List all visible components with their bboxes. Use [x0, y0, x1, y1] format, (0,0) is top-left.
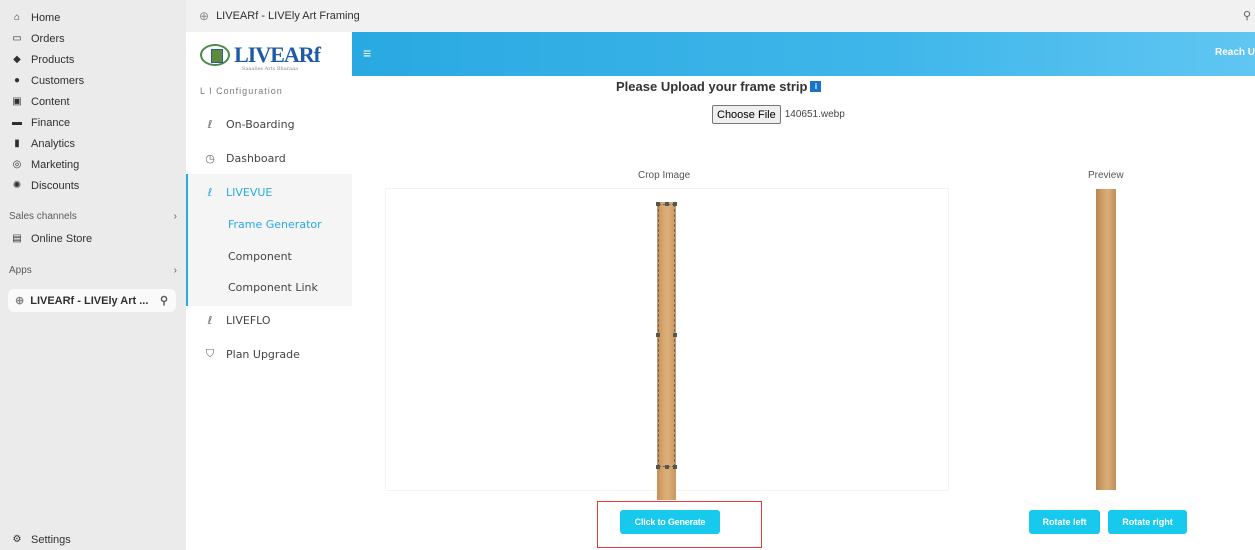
cart-icon: ⛉ — [205, 347, 215, 360]
crop-handle[interactable] — [673, 333, 677, 337]
products-icon: ◆ — [13, 54, 21, 65]
upload-title: Please Upload your frame strip — [616, 79, 808, 94]
menu-label: On-Boarding — [226, 117, 295, 131]
crop-handle[interactable] — [665, 202, 669, 206]
nav-item-analytics[interactable]: ▮ Analytics — [0, 133, 186, 154]
hamburger-menu-icon[interactable]: ≡ — [363, 45, 371, 61]
nav-item-orders[interactable]: ▭ Orders — [0, 28, 186, 49]
marketing-icon: ◎ — [12, 159, 22, 170]
app-header: ≡ Reach U — [352, 32, 1255, 76]
analytics-icon: ▮ — [14, 138, 20, 149]
rotate-left-button[interactable]: Rotate left — [1029, 510, 1100, 534]
info-icon[interactable]: i — [810, 81, 822, 92]
reach-us-link[interactable]: Reach U — [1215, 47, 1255, 58]
sales-channels-header[interactable]: Sales channels › — [9, 211, 177, 222]
home-icon: ⌂ — [13, 12, 21, 23]
nav-label: Home — [31, 11, 61, 24]
nav-item-marketing[interactable]: ◎ Marketing — [0, 154, 186, 175]
crop-handle[interactable] — [665, 465, 669, 469]
crop-handle[interactable] — [656, 465, 660, 469]
nav-item-content[interactable]: ▣ Content — [0, 91, 186, 112]
admin-sidebar: ⌂ Home ▭ Orders ◆ Products ● Customers ▣… — [0, 0, 186, 550]
crop-handle[interactable] — [673, 202, 677, 206]
crop-image-label: Crop Image — [638, 170, 691, 181]
app-sidebar: LIVEARf Saaalies Arts Bharaaa L I Config… — [186, 32, 352, 550]
upload-heading: Please Upload your frame strip i — [616, 79, 822, 94]
liveflo-icon: ℓ — [207, 313, 213, 327]
nav-item-online-store[interactable]: ▤ Online Store — [0, 228, 186, 249]
nav-label: Orders — [31, 32, 65, 45]
chevron-right-icon: › — [173, 265, 177, 276]
menu-item-dashboard[interactable]: ◷ Dashboard — [186, 142, 352, 174]
orders-icon: ▭ — [12, 33, 22, 44]
discounts-icon: ✺ — [12, 180, 22, 191]
nav-label: Discounts — [31, 179, 80, 192]
frame-generator-panel: Please Upload your frame strip i Choose … — [352, 76, 1255, 550]
app-icon: ⊕ — [15, 295, 25, 307]
app-icon: ⊕ — [199, 9, 210, 23]
pin-icon[interactable]: ⚲ — [160, 294, 168, 307]
nav-label: Settings — [31, 533, 71, 546]
onboarding-icon: ℓ — [207, 117, 213, 131]
nav-label: Finance — [31, 116, 71, 129]
menu-label: LIVEVUE — [226, 185, 273, 199]
nav-label: Content — [31, 95, 70, 108]
crop-handle[interactable] — [656, 202, 660, 206]
crop-handle[interactable] — [656, 333, 660, 337]
nav-label: Products — [31, 53, 75, 66]
file-input: Choose File 140651.webp — [712, 105, 845, 124]
menu-label: Plan Upgrade — [226, 347, 300, 361]
nav-item-home[interactable]: ⌂ Home — [0, 7, 186, 28]
nav-item-customers[interactable]: ● Customers — [0, 70, 186, 91]
menu-label: Dashboard — [226, 151, 286, 165]
finance-icon: ▬ — [12, 117, 22, 128]
menu-item-plan-upgrade[interactable]: ⛉ Plan Upgrade — [186, 338, 352, 370]
configuration-label: L I Configuration — [200, 86, 283, 96]
apps-label: Apps — [9, 265, 32, 276]
file-name: 140651.webp — [784, 109, 845, 120]
logo-tagline: Saaalies Arts Bharaaa — [242, 66, 299, 72]
app-frame: LIVEARf Saaalies Arts Bharaaa L I Config… — [186, 32, 1255, 550]
gauge-icon: ◷ — [205, 151, 215, 165]
nav-item-discounts[interactable]: ✺ Discounts — [0, 175, 186, 196]
generate-button[interactable]: Click to Generate — [620, 510, 720, 534]
submenu-item-frame-generator[interactable]: Frame Generator — [228, 218, 322, 231]
preview-label: Preview — [1088, 170, 1124, 181]
nav-item-products[interactable]: ◆ Products — [0, 49, 186, 70]
logo-mark-icon — [200, 44, 231, 66]
choose-file-button[interactable]: Choose File — [712, 105, 781, 124]
crop-handle[interactable] — [673, 465, 677, 469]
menu-item-liveflo[interactable]: ℓ LIVEFLO — [186, 304, 352, 336]
nav-label: Customers — [31, 74, 85, 87]
crop-selection-box[interactable] — [656, 202, 677, 469]
menu-label: LIVEFLO — [226, 313, 271, 327]
rotate-right-button[interactable]: Rotate right — [1108, 510, 1187, 534]
nav-item-finance[interactable]: ▬ Finance — [0, 112, 186, 133]
apps-header[interactable]: Apps › — [9, 265, 177, 276]
nav-item-active-app[interactable]: ⊕ LIVEARf - LIVEly Art ... ⚲ — [8, 289, 176, 312]
content-icon: ▣ — [12, 96, 22, 107]
chevron-right-icon: › — [173, 211, 177, 222]
nav-label: Marketing — [31, 158, 80, 171]
logo[interactable]: LIVEARf Saaalies Arts Bharaaa — [200, 38, 321, 72]
nav-label: Analytics — [31, 137, 76, 150]
sales-channels-label: Sales channels — [9, 211, 77, 222]
gear-icon: ⚙ — [12, 534, 22, 545]
crop-canvas[interactable] — [386, 189, 948, 500]
livevue-icon: ℓ — [207, 185, 213, 199]
menu-item-livevue[interactable]: ℓ LIVEVUE — [186, 176, 352, 208]
active-app-label: LIVEARf - LIVEly Art ... — [30, 294, 149, 307]
app-title: LIVEARf - LIVEly Art Framing — [216, 10, 360, 22]
submenu-item-component[interactable]: Component — [228, 250, 292, 263]
preview-image — [1096, 189, 1116, 490]
submenu-item-component-link[interactable]: Component Link — [228, 281, 318, 294]
menu-item-onboarding[interactable]: ℓ On-Boarding — [186, 108, 352, 140]
customers-icon: ● — [13, 75, 21, 86]
pin-icon[interactable]: ⚲ — [1243, 9, 1251, 22]
store-icon: ▤ — [12, 233, 22, 244]
logo-text: LIVEARf — [234, 42, 321, 67]
nav-label: Online Store — [31, 232, 93, 245]
app-title-bar: ⊕ LIVEARf - LIVEly Art Framing ⚲ — [186, 0, 1255, 32]
nav-item-settings[interactable]: ⚙ Settings — [0, 529, 186, 550]
